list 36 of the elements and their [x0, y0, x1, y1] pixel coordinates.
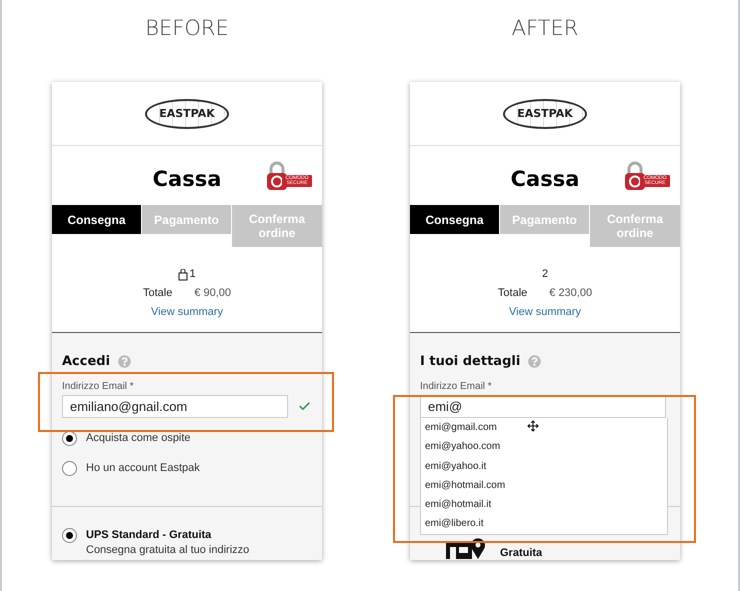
email-field[interactable]: emiliano@gnail.com	[62, 395, 288, 418]
item-count: 2	[542, 267, 548, 282]
page-title: Cassa	[510, 166, 580, 190]
view-summary-link[interactable]: View summary	[509, 303, 581, 322]
suggestion-item[interactable]: emi@gmail.com	[421, 418, 667, 438]
shipping-option-label: Gratuita	[500, 547, 542, 559]
move-cursor-icon	[527, 420, 539, 432]
total-label: Totale	[142, 286, 172, 301]
caption: BEFORE	[144, 15, 230, 42]
logo: EASTPAK	[145, 98, 229, 128]
suggestion-item[interactable]: emi@yahoo.com	[421, 437, 667, 457]
total-label: Totale	[498, 286, 528, 301]
option-label: Ho un account Eastpak	[86, 462, 200, 474]
shipping-option-label: UPS Standard - Gratuita	[86, 528, 212, 543]
suggestion-item[interactable]: emi@hotmail.com	[421, 476, 667, 496]
suggestion-item[interactable]: emi@libero.it	[421, 514, 667, 534]
page-title: Cassa	[152, 166, 222, 190]
logo: EASTPAK	[503, 98, 587, 128]
radio-button[interactable]	[62, 460, 77, 476]
shipping-description: Consegna gratuita al tuo indirizzo	[86, 543, 250, 558]
option-label: Acquista come ospite	[86, 432, 191, 444]
suggestion-item[interactable]: emi@hotmail.it	[421, 495, 667, 514]
field-label: Indirizzo Email *	[62, 381, 135, 394]
radio-button[interactable]	[62, 528, 77, 543]
total-amount: € 90,00	[194, 286, 232, 301]
section-heading: I tuoi dettagli	[420, 354, 520, 368]
email-field[interactable]: emi@	[420, 395, 666, 418]
section-heading: Accedi	[62, 354, 110, 368]
step-tab[interactable]: Consegna	[410, 205, 500, 234]
view-summary-link[interactable]: View summary	[151, 303, 223, 322]
field-label: Indirizzo Email *	[420, 381, 493, 394]
caption: AFTER	[510, 15, 580, 42]
suggestion-item[interactable]: emi@yahoo.it	[421, 456, 667, 476]
step-tab[interactable]: Consegna	[52, 205, 142, 234]
item-count: 1	[189, 267, 196, 282]
total-amount: € 230,00	[549, 286, 592, 301]
